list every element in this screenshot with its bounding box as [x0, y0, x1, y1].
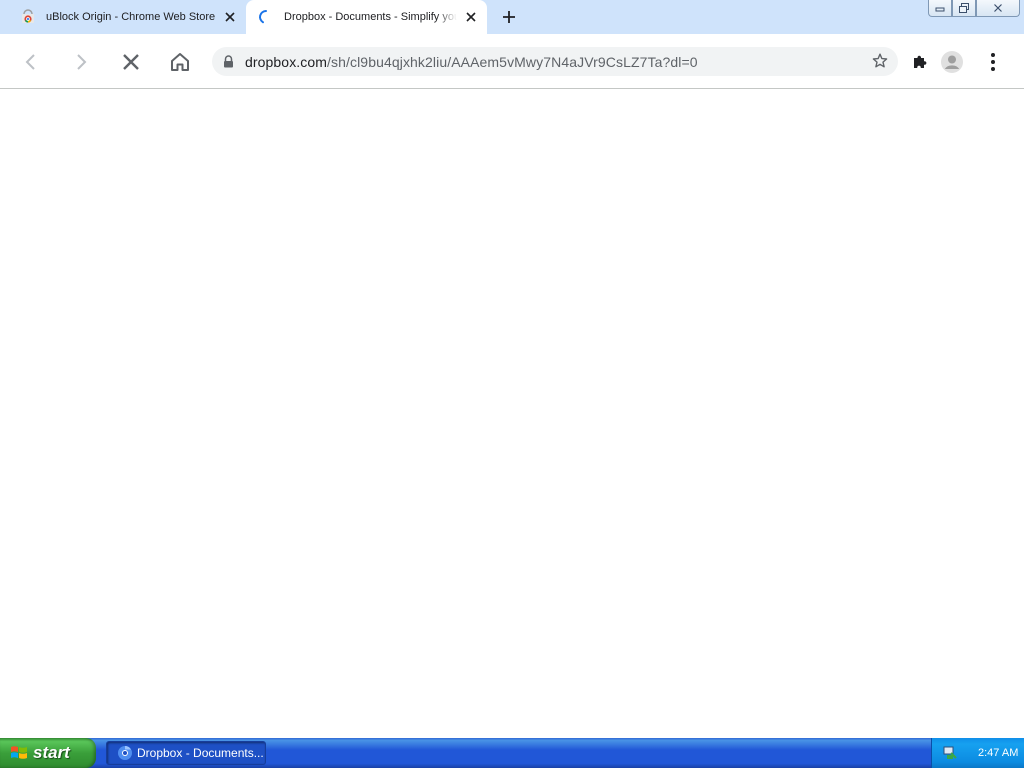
forward-button[interactable]: [67, 48, 95, 76]
home-button[interactable]: [166, 48, 194, 76]
taskbar: start Dropbox - Documents... 2:47 AM: [0, 738, 1024, 768]
tab-strip: uBlock Origin - Chrome Web Store Dropbox…: [0, 0, 1024, 34]
profile-button[interactable]: [938, 48, 966, 76]
url-text[interactable]: dropbox.com/sh/cl9bu4qjxhk2liu/AAAem5vMw…: [245, 54, 698, 70]
chrome-icon: [117, 745, 133, 761]
more-vert-icon: [991, 53, 995, 71]
chrome-web-store-icon: [20, 9, 36, 25]
browser-toolbar: dropbox.com/sh/cl9bu4qjxhk2liu/AAAem5vMw…: [0, 34, 1024, 89]
tab-close-icon[interactable]: [463, 9, 479, 25]
arrow-left-icon: [25, 54, 35, 70]
extensions-button[interactable]: [906, 48, 934, 76]
minimize-window-button[interactable]: [928, 0, 952, 17]
start-label: start: [33, 743, 70, 762]
tab-title: Dropbox - Documents - Simplify your: [284, 11, 457, 23]
close-icon: [994, 4, 1002, 12]
system-tray: 2:47 AM: [931, 738, 1024, 768]
minimize-icon: [935, 7, 945, 12]
close-icon: [123, 54, 139, 70]
puzzle-piece-icon: [914, 55, 927, 68]
stop-loading-button[interactable]: [117, 48, 145, 76]
tab-ublock-origin[interactable]: uBlock Origin - Chrome Web Store: [8, 0, 246, 34]
lock-icon[interactable]: [223, 55, 235, 69]
url-host: dropbox.com: [245, 53, 328, 70]
home-icon: [171, 53, 189, 71]
arrow-right-icon: [77, 54, 87, 70]
avatar-icon: [941, 51, 963, 73]
plus-icon: [503, 11, 515, 23]
clock: 2:47 AM: [978, 747, 1019, 759]
tab-title: uBlock Origin - Chrome Web Store: [46, 11, 216, 23]
windows-logo-icon: [10, 744, 28, 762]
url-path: /sh/cl9bu4qjxhk2liu/AAAem5vMwy7N4aJVr9Cs…: [327, 53, 698, 70]
network-icon[interactable]: [942, 745, 958, 761]
close-window-button[interactable]: [976, 0, 1020, 17]
new-tab-button[interactable]: [500, 8, 518, 26]
tab-close-icon[interactable]: [222, 9, 238, 25]
chrome-menu-button[interactable]: [979, 48, 1007, 76]
taskbar-item-label: Dropbox - Documents...: [137, 746, 264, 760]
back-button[interactable]: [17, 48, 45, 76]
restore-icon: [959, 3, 969, 13]
address-bar[interactable]: dropbox.com/sh/cl9bu4qjxhk2liu/AAAem5vMw…: [212, 47, 898, 76]
loading-spinner-icon: [258, 9, 274, 25]
tab-dropbox[interactable]: Dropbox - Documents - Simplify your: [246, 0, 487, 34]
bookmark-star-icon[interactable]: [871, 52, 889, 70]
page-content-area: [0, 89, 1024, 738]
taskbar-item-dropbox[interactable]: Dropbox - Documents...: [106, 741, 266, 765]
start-button[interactable]: start: [0, 738, 96, 768]
restore-window-button[interactable]: [952, 0, 976, 17]
